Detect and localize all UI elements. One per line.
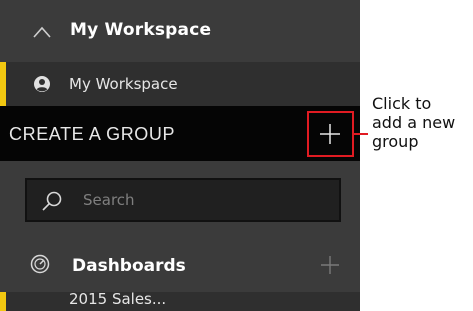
search-input[interactable] [83,188,323,212]
callout-connector-line [354,133,368,135]
dashboard-list-item[interactable]: 2015 Sales... [0,290,360,311]
gauge-icon [30,254,50,274]
dashboard-item-label: 2015 Sales... [69,290,167,308]
dashboards-label: Dashboards [72,256,186,276]
callout-text: Click to add a new group [372,94,472,151]
callout-line-1: Click to [372,94,432,113]
workspace-item[interactable]: My Workspace [0,62,360,106]
navigation-pane: My Workspace My Workspace CREATE A GROUP [0,0,360,311]
create-group-label: CREATE A GROUP [9,124,176,144]
callout-line-3: group [372,132,419,151]
plus-icon[interactable] [319,254,341,276]
create-group-row: CREATE A GROUP [0,106,360,161]
dashboards-section-header[interactable]: Dashboards [0,240,360,292]
selected-accent-bar [0,62,6,106]
user-icon [34,76,50,92]
workspace-item-label: My Workspace [69,75,178,93]
selected-accent-bar [0,292,6,311]
search-box[interactable] [25,178,341,222]
callout-line-2: add a new [372,113,456,132]
screenshot-root: My Workspace My Workspace CREATE A GROUP [0,0,473,311]
workspace-header-title: My Workspace [70,20,212,40]
chevron-up-icon[interactable] [33,26,51,38]
workspace-header[interactable]: My Workspace [0,0,360,62]
search-icon [42,191,62,211]
callout-highlight-box [307,111,354,157]
